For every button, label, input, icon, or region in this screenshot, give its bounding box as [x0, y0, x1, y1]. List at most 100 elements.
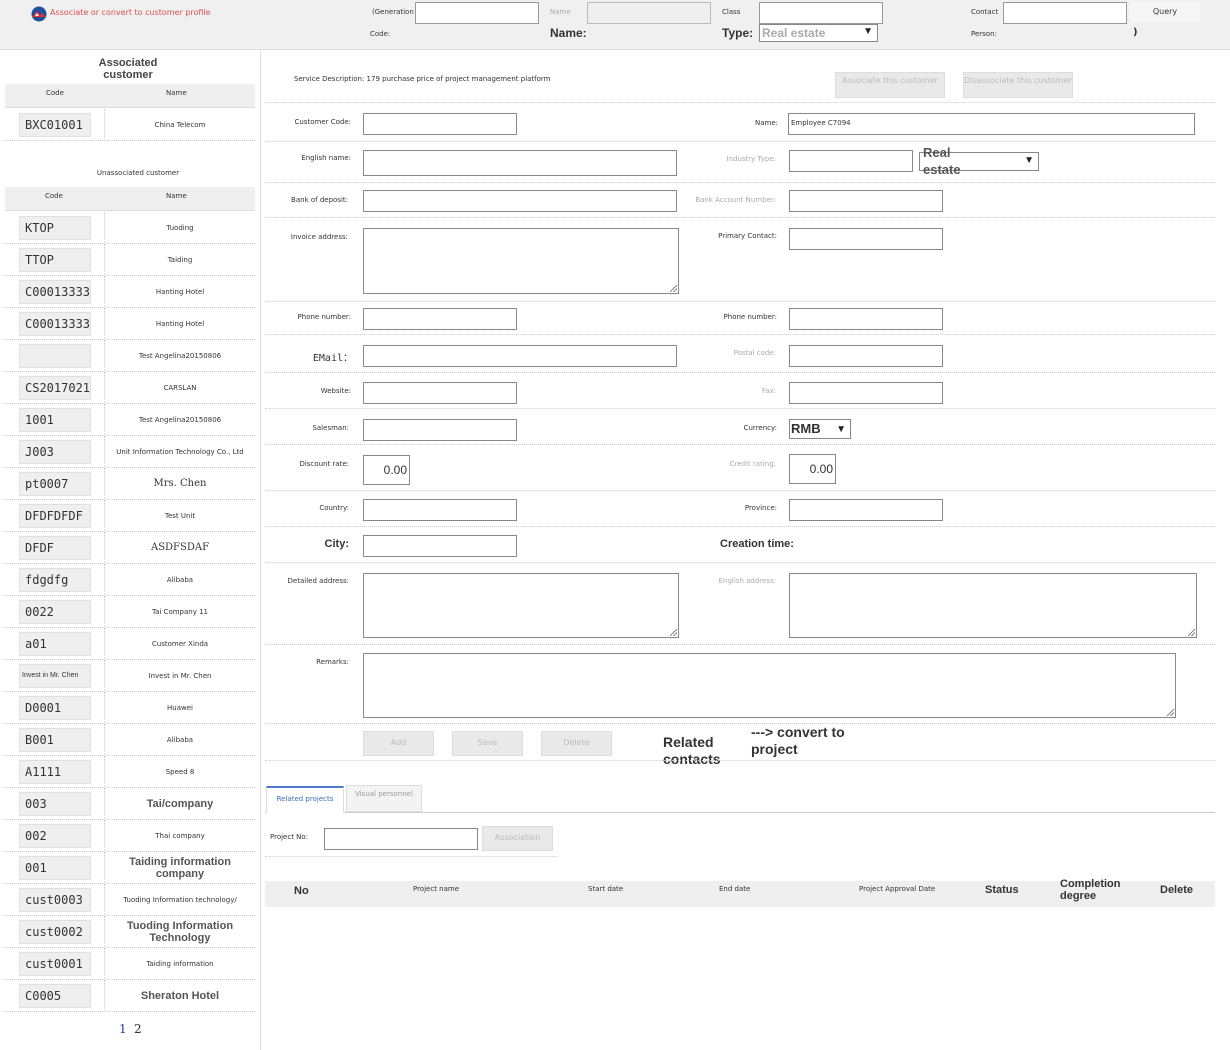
table-row[interactable]: cust0001 Taiding information: [5, 948, 255, 980]
customer-code[interactable]: Invest in Mr. Chen: [19, 664, 91, 688]
industry-type-select[interactable]: Real estate ▼: [919, 145, 1039, 177]
phone-number-input[interactable]: [363, 308, 517, 330]
customer-code[interactable]: 002: [19, 824, 91, 848]
convert-to-project-link[interactable]: ---> convert to project: [751, 724, 867, 758]
customer-code[interactable]: fdgdfg: [19, 568, 91, 592]
association-button[interactable]: Association: [482, 826, 553, 851]
page-link-1[interactable]: 1: [119, 1022, 127, 1036]
credit-rating-input[interactable]: 0.00: [789, 454, 836, 484]
customer-code[interactable]: A1111: [19, 760, 91, 784]
add-button[interactable]: Add: [363, 731, 434, 756]
code-search-input[interactable]: [415, 2, 539, 24]
resize-handle-icon[interactable]: [670, 629, 677, 636]
customer-code[interactable]: 1001: [19, 408, 91, 432]
table-row[interactable]: 002 Thai company: [5, 820, 255, 852]
table-row[interactable]: 001 Taiding information company: [5, 852, 255, 884]
resize-handle-icon[interactable]: [670, 285, 677, 292]
customer-code[interactable]: 001: [19, 856, 91, 880]
customer-code[interactable]: BXC01001: [19, 113, 91, 137]
table-row[interactable]: C00013333 Hanting Hotel: [5, 308, 255, 340]
customer-code[interactable]: 003: [19, 792, 91, 816]
table-row[interactable]: CS2017021 CARSLAN: [5, 372, 255, 404]
fax-input[interactable]: [789, 382, 943, 404]
save-button[interactable]: Save: [452, 731, 523, 756]
customer-code[interactable]: J003: [19, 440, 91, 464]
customer-code[interactable]: 0022: [19, 600, 91, 624]
country-input[interactable]: [363, 499, 517, 521]
resize-handle-icon[interactable]: [1167, 709, 1174, 716]
province-input[interactable]: [789, 499, 943, 521]
tab-visual-personnel[interactable]: Visual personnel: [346, 785, 422, 812]
table-row[interactable]: fdgdfg Alibaba: [5, 564, 255, 596]
customer-code[interactable]: cust0001: [19, 952, 91, 976]
tab-related-projects[interactable]: Related projects: [266, 786, 344, 813]
table-row[interactable]: Invest in Mr. Chen Invest in Mr. Chen: [5, 660, 255, 692]
table-row[interactable]: J003 Unit Information Technology Co., Ltd: [5, 436, 255, 468]
invoice-address-textarea[interactable]: [363, 228, 679, 294]
table-row[interactable]: TTOP Taiding: [5, 244, 255, 276]
customer-code[interactable]: KTOP: [19, 216, 91, 240]
english-address-textarea[interactable]: [789, 573, 1197, 638]
table-row[interactable]: 1001 Test Angelina20150806: [5, 404, 255, 436]
delete-button[interactable]: Delete: [541, 731, 612, 756]
table-row[interactable]: C00013333 Hanting Hotel: [5, 276, 255, 308]
customer-code[interactable]: [19, 344, 91, 368]
city-input[interactable]: [363, 535, 517, 557]
customer-code[interactable]: C0005: [19, 984, 91, 1008]
customer-code[interactable]: cust0002: [19, 920, 91, 944]
customer-code[interactable]: a01: [19, 632, 91, 656]
currency-select[interactable]: RMB ▼: [789, 419, 851, 439]
customer-code[interactable]: CS2017021: [19, 376, 91, 400]
related-contacts-link[interactable]: Related contacts: [663, 734, 737, 768]
name-input[interactable]: Employee C7094: [788, 113, 1195, 135]
table-row[interactable]: D0001 Huawei: [5, 692, 255, 724]
table-row[interactable]: cust0003 Tuoding Information technology/: [5, 884, 255, 916]
customer-code[interactable]: DFDF: [19, 536, 91, 560]
detailed-address-textarea[interactable]: [363, 573, 679, 638]
associate-customer-button[interactable]: Associate this customer: [835, 72, 945, 98]
customer-code[interactable]: C00013333: [19, 280, 91, 304]
bank-account-input[interactable]: [789, 190, 943, 212]
customer-code-input[interactable]: [363, 113, 517, 135]
table-row[interactable]: 003 Tai/company: [5, 788, 255, 820]
english-name-input[interactable]: [363, 150, 677, 176]
table-row[interactable]: cust0002 Tuoding Information Technology: [5, 916, 255, 948]
customer-code[interactable]: pt0007: [19, 472, 91, 496]
query-button[interactable]: Query: [1130, 2, 1200, 22]
project-no-input[interactable]: [324, 828, 478, 850]
phone-number-2-input[interactable]: [789, 308, 943, 330]
discount-rate-input[interactable]: 0.00: [363, 455, 410, 485]
customer-code[interactable]: cust0003: [19, 888, 91, 912]
table-row[interactable]: BXC01001 China Telecom: [5, 109, 255, 141]
type-select[interactable]: Real estate ▼: [759, 24, 878, 42]
table-row[interactable]: 0022 Tai Company 11: [5, 596, 255, 628]
industry-type-input[interactable]: [789, 150, 913, 172]
page-link-2[interactable]: 2: [134, 1022, 142, 1036]
customer-code[interactable]: C00013333: [19, 312, 91, 336]
bank-of-deposit-input[interactable]: [363, 190, 677, 212]
table-row[interactable]: C0005 Sheraton Hotel: [5, 980, 255, 1012]
table-row[interactable]: DFDFDFDF Test Unit: [5, 500, 255, 532]
table-row[interactable]: Test Angelina20150806: [5, 340, 255, 372]
table-row[interactable]: B001 Alibaba: [5, 724, 255, 756]
name-search-input[interactable]: [587, 2, 711, 24]
primary-contact-input[interactable]: [789, 228, 943, 250]
contact-search-input[interactable]: [1003, 2, 1127, 24]
class-search-input[interactable]: [759, 2, 883, 24]
table-row[interactable]: A1111 Speed 8: [5, 756, 255, 788]
table-row[interactable]: pt0007 Mrs. Chen: [5, 468, 255, 500]
remarks-textarea[interactable]: [363, 653, 1176, 718]
customer-code[interactable]: DFDFDFDF: [19, 504, 91, 528]
resize-handle-icon[interactable]: [1188, 629, 1195, 636]
customer-code[interactable]: D0001: [19, 696, 91, 720]
email-input[interactable]: [363, 345, 677, 367]
salesman-input[interactable]: [363, 419, 517, 441]
customer-code[interactable]: B001: [19, 728, 91, 752]
disassociate-customer-button[interactable]: Disassociate this customer: [963, 72, 1073, 98]
table-row[interactable]: DFDF ASDFSDAF: [5, 532, 255, 564]
customer-code[interactable]: TTOP: [19, 248, 91, 272]
postal-code-input[interactable]: [789, 345, 943, 367]
table-row[interactable]: KTOP Tuoding: [5, 212, 255, 244]
website-input[interactable]: [363, 382, 517, 404]
table-row[interactable]: a01 Customer Xinda: [5, 628, 255, 660]
